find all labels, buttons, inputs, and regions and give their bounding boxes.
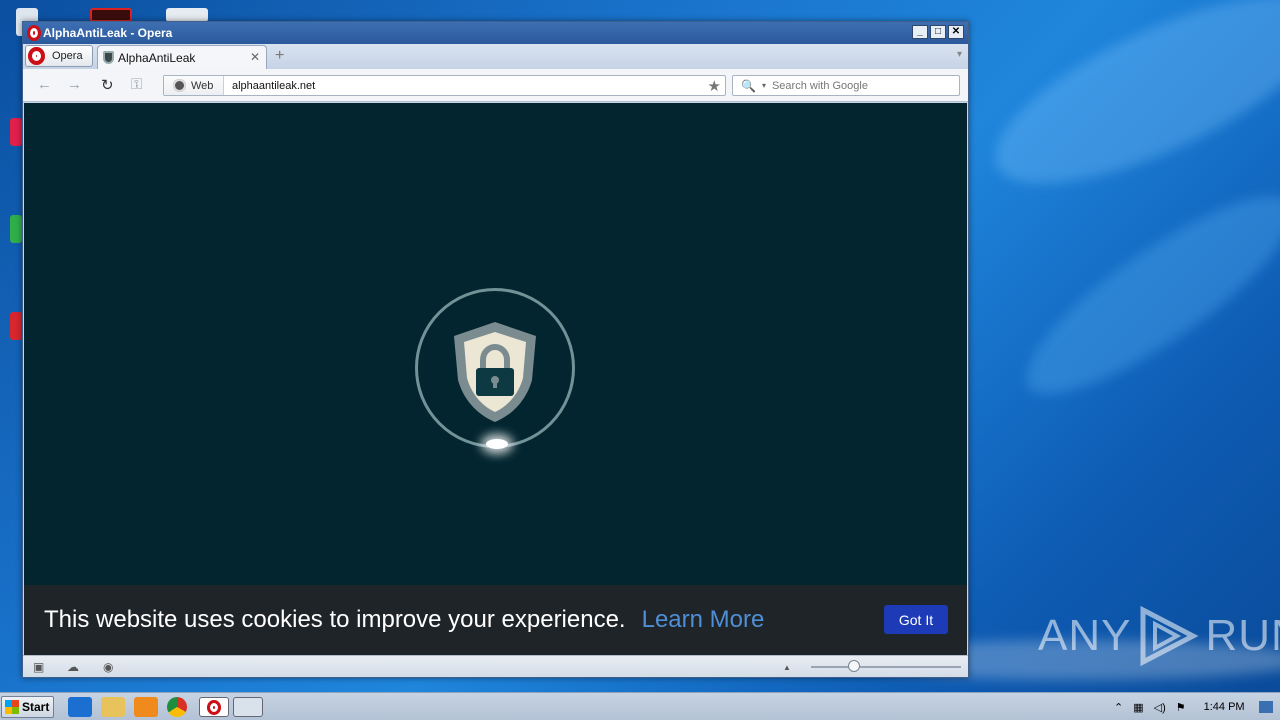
url-text[interactable]: alphaantileak.net (224, 80, 315, 92)
web-badge[interactable]: Web (164, 76, 224, 95)
tab-label: AlphaAntiLeak (118, 50, 196, 65)
cookie-consent-bar: This website uses cookies to improve you… (24, 585, 967, 655)
globe-icon (173, 79, 186, 92)
opera-logo-icon (28, 47, 45, 65)
forward-button[interactable]: → (67, 76, 82, 93)
internet-explorer-icon[interactable] (68, 697, 92, 717)
window-titlebar[interactable]: AlphaAntiLeak - Opera _ □ ✕ (23, 22, 968, 44)
file-explorer-icon[interactable] (101, 697, 125, 717)
wallpaper-streak (971, 0, 1280, 221)
taskbar: Start ⌃ ▦ ◁) ⚑ 1:44 PM (0, 692, 1280, 720)
desktop-icon-red[interactable] (10, 118, 22, 146)
volume-icon[interactable]: ◁) (1154, 701, 1166, 714)
search-icon: 🔍 (741, 78, 756, 93)
address-bar[interactable]: Web alphaantileak.net ★ (163, 75, 726, 96)
desktop-icon-green[interactable] (10, 215, 22, 243)
window-title: AlphaAntiLeak - Opera (43, 26, 173, 40)
desktop-icon-app[interactable] (90, 8, 132, 22)
panel-toggle-icon[interactable]: ▣ (33, 660, 44, 674)
media-player-icon[interactable] (134, 697, 158, 717)
shield-favicon-icon (103, 51, 114, 64)
cloud-icon[interactable]: ☁ (67, 660, 79, 674)
speed-dial-icon[interactable]: ◉ (103, 660, 113, 674)
opera-menu-label: Opera (52, 50, 83, 62)
system-tray: ⌃ ▦ ◁) ⚑ 1:44 PM (1104, 693, 1280, 720)
chrome-icon[interactable] (167, 697, 187, 717)
network-icon[interactable]: ▦ (1133, 701, 1143, 714)
maximize-button[interactable]: □ (930, 25, 946, 39)
minimize-button[interactable]: _ (912, 25, 928, 39)
page-viewport: This website uses cookies to improve you… (24, 103, 967, 655)
learn-more-link[interactable]: Learn More (642, 606, 765, 634)
opera-window: AlphaAntiLeak - Opera _ □ ✕ Opera AlphaA… (22, 21, 969, 678)
show-desktop-button[interactable] (1258, 701, 1273, 713)
reload-button[interactable]: ↻ (101, 76, 114, 94)
search-field[interactable]: 🔍 ▾ Search with Google (732, 75, 960, 96)
zoom-up-icon[interactable]: ▲ (783, 663, 791, 672)
opera-logo-icon (207, 700, 221, 715)
bookmark-star-icon[interactable]: ★ (708, 77, 721, 95)
zoom-slider-track[interactable] (811, 666, 961, 668)
status-bar: ▣ ☁ ◉ ▲ (23, 655, 968, 677)
play-icon (1140, 606, 1199, 666)
windows-logo-icon (5, 700, 19, 714)
tray-chevron-icon[interactable]: ⌃ (1114, 701, 1123, 714)
close-button[interactable]: ✕ (948, 25, 964, 39)
key-icon[interactable]: ⚿ (131, 76, 142, 93)
tab-alphaantileak[interactable]: AlphaAntiLeak ✕ (97, 45, 267, 69)
watermark-text-right: RUN (1205, 611, 1280, 660)
new-tab-button[interactable]: + (275, 47, 284, 65)
desktop-icon-red-2[interactable] (10, 312, 22, 340)
navigation-toolbar: ← → ↻ ⚿ Web alphaantileak.net ★ 🔍 ▾ Sear… (23, 69, 968, 102)
watermark-text-left: ANY (1038, 611, 1132, 660)
search-engine-chevron-icon[interactable]: ▾ (762, 81, 766, 90)
opera-logo-icon (27, 25, 41, 41)
back-button[interactable]: ← (37, 76, 52, 93)
anyrun-watermark: ANY RUN (1038, 606, 1280, 666)
start-label: Start (22, 700, 50, 714)
search-placeholder: Search with Google (771, 79, 868, 92)
tab-menu-chevron-icon[interactable]: ▾ (957, 49, 962, 60)
shield-lock-icon (454, 322, 536, 422)
action-center-flag-icon[interactable]: ⚑ (1176, 701, 1186, 714)
wallpaper-streak (1003, 166, 1280, 424)
window-switcher-icon[interactable] (233, 697, 263, 717)
loading-ring-glow (486, 439, 508, 449)
opera-taskbar-icon[interactable] (199, 697, 229, 717)
start-button[interactable]: Start (1, 696, 54, 718)
tab-close-icon[interactable]: ✕ (250, 50, 260, 64)
cookie-message: This website uses cookies to improve you… (44, 606, 626, 633)
zoom-slider-handle[interactable] (848, 660, 860, 672)
opera-menu-button[interactable]: Opera (25, 45, 93, 67)
tab-strip: Opera AlphaAntiLeak ✕ + ▾ (23, 44, 968, 69)
clock[interactable]: 1:44 PM (1204, 701, 1245, 713)
web-badge-label: Web (191, 79, 214, 92)
got-it-button[interactable]: Got It (884, 605, 948, 634)
desktop-icon-document[interactable] (166, 8, 208, 22)
